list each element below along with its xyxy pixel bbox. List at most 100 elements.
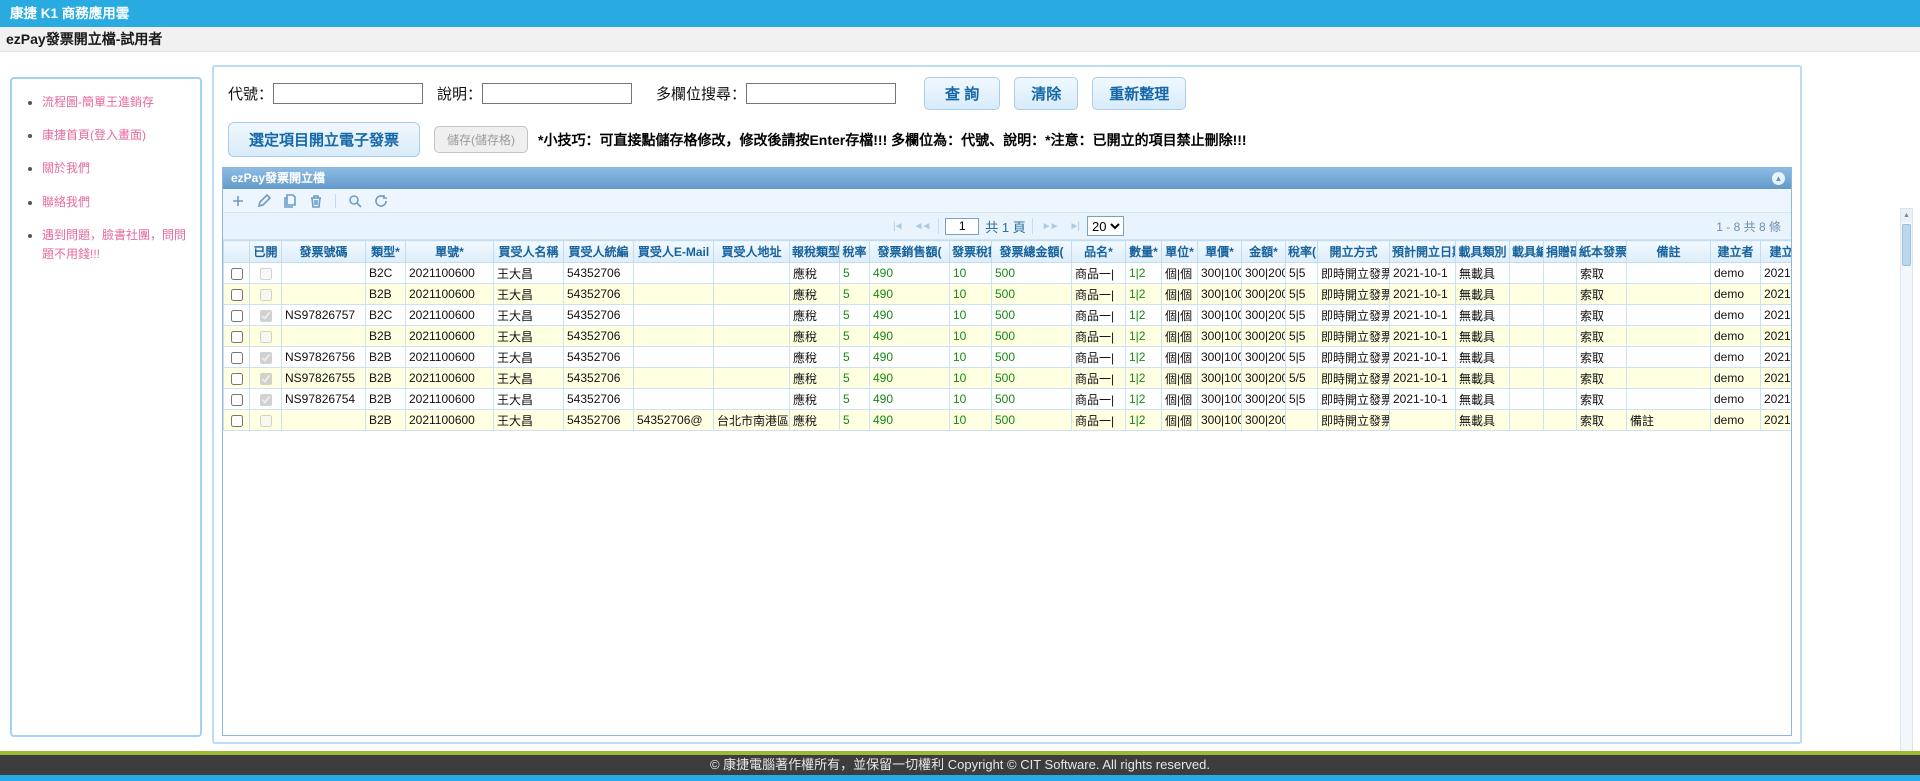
row-select-checkbox[interactable] xyxy=(231,289,243,301)
cell-plan_date[interactable]: 2021-10-1 xyxy=(1390,305,1456,326)
cell-buyer_name[interactable]: 王大昌 xyxy=(494,368,564,389)
sidebar-link[interactable]: 聯絡我們 xyxy=(42,195,90,209)
cell-carrier_no[interactable] xyxy=(1510,284,1544,305)
cell-unit[interactable]: 個|個 xyxy=(1162,326,1198,347)
cell-carrier_type[interactable]: 無載具 xyxy=(1456,347,1510,368)
cell-tax_rate[interactable]: 5 xyxy=(840,410,870,431)
col-header-carrier_no[interactable]: 載具編號 xyxy=(1510,241,1544,263)
cell-unit_price[interactable]: 300|100 xyxy=(1198,284,1242,305)
cell-buyer_id[interactable]: 54352706 xyxy=(564,263,634,284)
cell-total_amt[interactable]: 500 xyxy=(992,389,1072,410)
cell-buyer_email[interactable] xyxy=(634,284,714,305)
cell-donate[interactable] xyxy=(1544,410,1577,431)
cell-amount[interactable]: 300|200 xyxy=(1242,284,1286,305)
cell-buyer_name[interactable]: 王大昌 xyxy=(494,347,564,368)
cell-donate[interactable] xyxy=(1544,284,1577,305)
cell-issue_mode[interactable]: 即時開立發票 xyxy=(1318,389,1390,410)
row-select-checkbox[interactable] xyxy=(231,268,243,280)
col-header-issue_mode[interactable]: 開立方式 xyxy=(1318,241,1390,263)
cell-invoice_no[interactable] xyxy=(282,326,366,347)
cell-paper[interactable]: 索取 xyxy=(1577,284,1627,305)
edit-icon[interactable] xyxy=(257,194,271,208)
cell-sales_amt[interactable]: 490 xyxy=(870,410,950,431)
sidebar-link[interactable]: 流程圖-簡單王進銷存 xyxy=(42,95,154,109)
next-page-icon[interactable]: ►► xyxy=(1039,221,1061,232)
cell-sales_amt[interactable]: 490 xyxy=(870,305,950,326)
cell-paper[interactable]: 索取 xyxy=(1577,410,1627,431)
cell-item_rate[interactable]: 5|5 xyxy=(1286,305,1318,326)
cell-created[interactable]: 2021-10-1 xyxy=(1761,326,1792,347)
cell-unit[interactable]: 個|個 xyxy=(1162,410,1198,431)
cell-total_amt[interactable]: 500 xyxy=(992,305,1072,326)
cell-amount[interactable]: 300|200 xyxy=(1242,326,1286,347)
cell-buyer_addr[interactable] xyxy=(714,326,790,347)
col-header-sel[interactable] xyxy=(224,241,250,263)
cell-unit[interactable]: 個|個 xyxy=(1162,347,1198,368)
row-select-checkbox[interactable] xyxy=(231,394,243,406)
col-header-amount[interactable]: 金額* xyxy=(1242,241,1286,263)
col-header-unit_price[interactable]: 單價* xyxy=(1198,241,1242,263)
cell-carrier_type[interactable]: 無載具 xyxy=(1456,263,1510,284)
cell-issue_mode[interactable]: 即時開立發票 xyxy=(1318,263,1390,284)
cell-paper[interactable]: 索取 xyxy=(1577,347,1627,368)
cell-invoice_no[interactable]: NS97826756 xyxy=(282,347,366,368)
cell-buyer_name[interactable]: 王大昌 xyxy=(494,284,564,305)
cell-tax_rate[interactable]: 5 xyxy=(840,389,870,410)
last-page-icon[interactable]: ►| xyxy=(1067,221,1082,232)
cell-amount[interactable]: 300|200 xyxy=(1242,347,1286,368)
cell-order_no[interactable]: 2021100600 xyxy=(406,347,494,368)
cell-tax_amt[interactable]: 10 xyxy=(950,389,992,410)
cell-buyer_email[interactable] xyxy=(634,389,714,410)
cell-issue_mode[interactable]: 即時開立發票 xyxy=(1318,368,1390,389)
cell-creator[interactable]: demo xyxy=(1711,284,1761,305)
cell-item_name[interactable]: 商品一| xyxy=(1072,410,1126,431)
cell-created[interactable]: 2021-10-1 xyxy=(1761,389,1792,410)
cell-buyer_addr[interactable] xyxy=(714,284,790,305)
cell-type[interactable]: B2B xyxy=(366,347,406,368)
cell-donate[interactable] xyxy=(1544,389,1577,410)
cell-unit_price[interactable]: 300|100 xyxy=(1198,410,1242,431)
cell-donate[interactable] xyxy=(1544,368,1577,389)
cell-item_name[interactable]: 商品一| xyxy=(1072,347,1126,368)
cell-invoice_no[interactable]: NS97826755 xyxy=(282,368,366,389)
cell-type[interactable]: B2B xyxy=(366,368,406,389)
cell-buyer_email[interactable] xyxy=(634,368,714,389)
cell-item_rate[interactable]: 5|5 xyxy=(1286,263,1318,284)
col-header-unit[interactable]: 單位* xyxy=(1162,241,1198,263)
cell-tax_amt[interactable]: 10 xyxy=(950,284,992,305)
cell-creator[interactable]: demo xyxy=(1711,305,1761,326)
cell-unit[interactable]: 個|個 xyxy=(1162,389,1198,410)
cell-amount[interactable]: 300|200 xyxy=(1242,305,1286,326)
cell-donate[interactable] xyxy=(1544,347,1577,368)
cell-item_rate[interactable]: 5/5 xyxy=(1286,368,1318,389)
cell-buyer_id[interactable]: 54352706 xyxy=(564,326,634,347)
first-page-icon[interactable]: |◄ xyxy=(890,221,905,232)
cell-unit_price[interactable]: 300|100 xyxy=(1198,368,1242,389)
cell-carrier_no[interactable] xyxy=(1510,368,1544,389)
cell-carrier_no[interactable] xyxy=(1510,326,1544,347)
cell-tax_type[interactable]: 應稅 xyxy=(790,284,840,305)
cell-remark[interactable] xyxy=(1627,368,1711,389)
delete-icon[interactable] xyxy=(309,194,323,208)
cell-tax_amt[interactable]: 10 xyxy=(950,305,992,326)
cell-carrier_no[interactable] xyxy=(1510,347,1544,368)
col-header-tax_amt[interactable]: 發票稅額 xyxy=(950,241,992,263)
scroll-up-icon[interactable]: ▲ xyxy=(1901,209,1912,222)
cell-plan_date[interactable]: 2021-10-1 xyxy=(1390,389,1456,410)
multi-search-input[interactable] xyxy=(746,83,896,104)
cell-tax_rate[interactable]: 5 xyxy=(840,284,870,305)
prev-page-icon[interactable]: ◄◄ xyxy=(910,221,932,232)
code-input[interactable] xyxy=(273,83,423,104)
cell-item_rate[interactable]: 5|5 xyxy=(1286,284,1318,305)
cell-amount[interactable]: 300|200 xyxy=(1242,389,1286,410)
cell-item_rate[interactable]: 5|5 xyxy=(1286,389,1318,410)
cell-buyer_addr[interactable] xyxy=(714,389,790,410)
cell-tax_amt[interactable]: 10 xyxy=(950,263,992,284)
cell-buyer_name[interactable]: 王大昌 xyxy=(494,263,564,284)
cell-issue_mode[interactable]: 即時開立發票 xyxy=(1318,347,1390,368)
cell-item_rate[interactable] xyxy=(1286,410,1318,431)
add-icon[interactable] xyxy=(231,194,245,208)
cell-unit[interactable]: 個|個 xyxy=(1162,305,1198,326)
row-select-checkbox[interactable] xyxy=(231,373,243,385)
row-select-checkbox[interactable] xyxy=(231,352,243,364)
